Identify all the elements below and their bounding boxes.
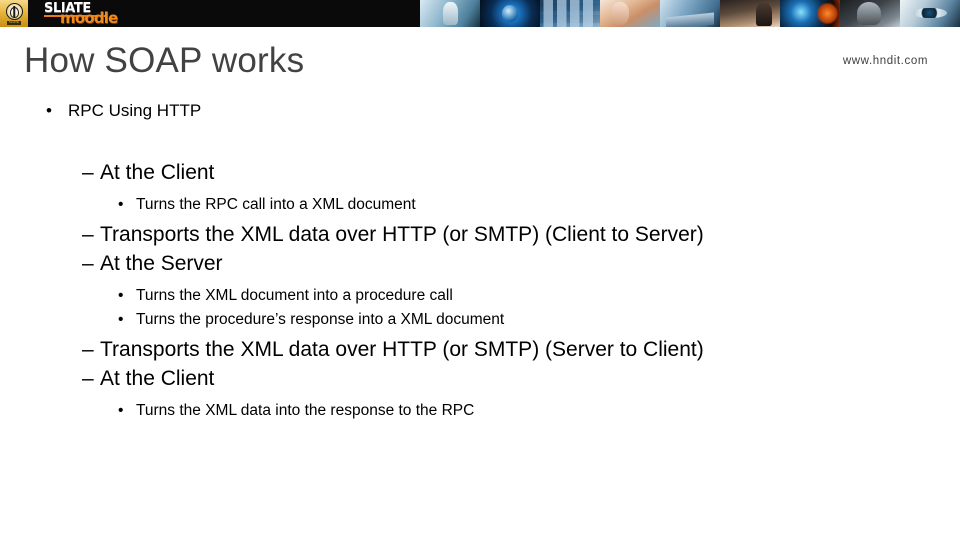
collage-tile-people-collaboration-image <box>600 0 660 27</box>
brand-block[interactable]: SLIATE SLIATE moodle <box>0 0 154 27</box>
bullet-level2-at-the-client-2: – At the Client <box>0 364 960 393</box>
bullet-glyph: • <box>118 402 124 419</box>
dash-glyph: – <box>82 252 94 275</box>
slide-title: How SOAP works <box>24 41 305 80</box>
bullet-level2-label: Transports the XML data over HTTP (or SM… <box>100 223 704 246</box>
bullet-level1-rpc-using-http: • RPC Using HTTP <box>0 98 960 124</box>
bullet-level3-turns-xml-data-response: • Turns the XML data into the response to… <box>0 399 960 423</box>
dash-glyph: – <box>82 338 94 361</box>
bullet-level3-turns-rpc-call: • Turns the RPC call into a XML document <box>0 193 960 217</box>
bullet-level1-label: RPC Using HTTP <box>68 101 202 120</box>
collage-tile-hands-on-keyboard-image <box>660 0 720 27</box>
collage-tile-globe-flare-image <box>780 0 840 27</box>
dash-glyph: – <box>82 223 94 246</box>
bullet-level3-label: Turns the XML document into a procedure … <box>136 287 453 304</box>
bullet-level2-label: At the Client <box>100 161 215 184</box>
collage-tile-robot-figure-image <box>420 0 480 27</box>
sliate-moodle-wordmark[interactable]: SLIATE moodle <box>42 0 154 27</box>
banner-image-collage <box>420 0 960 27</box>
collage-tile-humanoid-head-circuit-image <box>840 0 900 27</box>
bullet-level3-turns-procedure-response: • Turns the procedure’s response into a X… <box>0 308 960 332</box>
site-watermark: www.hndit.com <box>842 55 928 67</box>
bullet-level2-label: Transports the XML data over HTTP (or SM… <box>100 338 704 361</box>
slide-body: • RPC Using HTTP – At the Client • Turns th… <box>0 98 960 423</box>
bullet-level2-transports-client-to-server: – Transports the XML data over HTTP (or S… <box>0 220 960 249</box>
sliate-crest-icon: SLIATE <box>0 0 28 27</box>
bullet-glyph: • <box>118 287 124 304</box>
crest-caption: SLIATE <box>7 20 21 25</box>
bullet-level3-label: Turns the XML data into the response to … <box>136 402 475 419</box>
bullet-glyph: • <box>118 311 124 328</box>
collage-tile-blue-globe-eye-image <box>480 0 540 27</box>
banner-spacer <box>154 0 420 27</box>
dash-glyph: – <box>82 161 94 184</box>
bullet-level2-at-the-client-1: – At the Client <box>0 158 960 187</box>
dash-glyph: – <box>82 367 94 390</box>
crest-emblem-icon <box>5 2 23 20</box>
collage-tile-cloud-network-screens-image <box>540 0 600 27</box>
bullet-level3-turns-xml-document: • Turns the XML document into a procedure… <box>0 284 960 308</box>
bullet-level2-label: At the Client <box>100 367 215 390</box>
bullet-level2-transports-server-to-client: – Transports the XML data over HTTP (or S… <box>0 335 960 364</box>
top-banner: SLIATE SLIATE moodle <box>0 0 960 27</box>
bullet-level2-at-the-server: – At the Server <box>0 249 960 278</box>
bullet-level3-label: Turns the RPC call into a XML document <box>136 196 416 213</box>
bullet-level3-label: Turns the procedure’s response into a XM… <box>136 311 505 328</box>
collage-tile-classroom-students-image <box>720 0 780 27</box>
bullet-glyph: • <box>46 101 52 120</box>
collage-tile-human-eye-closeup-image <box>900 0 960 27</box>
bullet-glyph: • <box>118 196 124 213</box>
wordmark-moodle-text: moodle <box>60 9 118 27</box>
bullet-level2-label: At the Server <box>100 252 223 275</box>
